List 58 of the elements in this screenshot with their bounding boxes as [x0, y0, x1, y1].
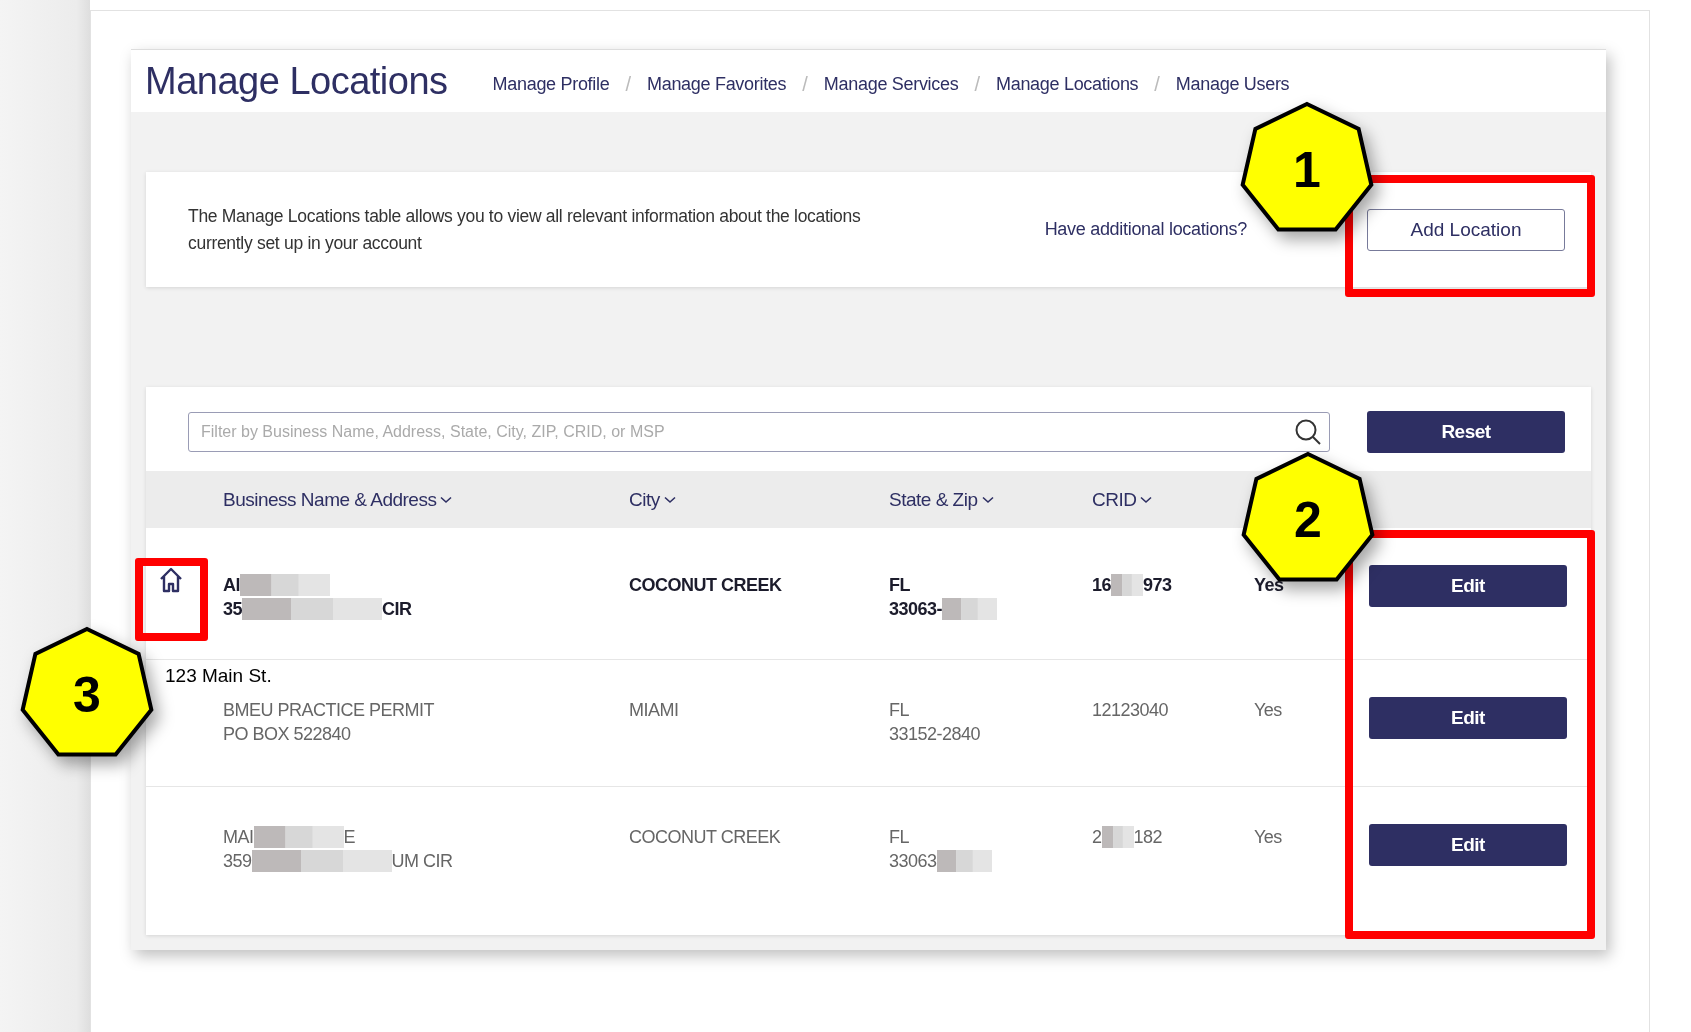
breadcrumb-link[interactable]: Manage Services: [823, 73, 959, 95]
chevron-down-icon: [981, 495, 994, 504]
zip-text: 33063: [889, 850, 937, 873]
add-location-button[interactable]: Add Location: [1367, 208, 1565, 251]
column-header[interactable]: Business Name & Address: [223, 488, 453, 511]
note-text: 123 Main St.: [165, 665, 272, 687]
business-name: Al: [223, 574, 240, 597]
breadcrumb-separator: /: [625, 72, 631, 96]
page-title: Manage Locations: [145, 59, 448, 103]
breadcrumb-link[interactable]: Manage Locations: [996, 73, 1139, 95]
breadcrumb-separator: /: [1154, 72, 1160, 96]
crid-cell-text: 12123040: [1092, 699, 1169, 722]
city-cell: COCONUT CREEK: [629, 827, 781, 847]
breadcrumb-link[interactable]: Manage Favorites: [647, 73, 787, 95]
crid-cell-text: 973: [1143, 574, 1172, 597]
breadcrumb-separator: /: [974, 72, 980, 96]
state-text: FL: [889, 574, 910, 597]
table-cell: Yes: [1254, 700, 1282, 720]
reset-button[interactable]: Reset: [1367, 411, 1565, 453]
column-header[interactable]: State & Zip: [889, 488, 994, 511]
search-icon: [1294, 418, 1322, 446]
crid-cell-text: 182: [1133, 826, 1163, 849]
state-text: FL: [889, 699, 909, 722]
column-header[interactable]: CRID: [1092, 488, 1153, 511]
table-cell: Yes: [1254, 575, 1284, 595]
address-text: UM CIR: [391, 850, 453, 873]
state-text: FL: [889, 826, 909, 849]
city-cell: COCONUT CREEK: [629, 575, 782, 595]
table-cell: Yes: [1254, 827, 1282, 847]
crid-cell-text: 16: [1092, 574, 1112, 597]
redaction-blur: [942, 598, 998, 620]
city-cell: MIAMI: [629, 700, 679, 720]
zip-text: 33063-: [889, 598, 943, 621]
redaction-blur: [1111, 574, 1144, 596]
edit-button[interactable]: Edit: [1369, 697, 1567, 739]
chevron-down-icon: [663, 495, 676, 504]
prompt-text: Have additional locations?: [1044, 219, 1247, 240]
address-text: CIR: [382, 598, 412, 621]
breadcrumb-link[interactable]: Manage Users: [1175, 73, 1290, 95]
address-text: PO BOX 522840: [223, 723, 351, 746]
redaction-blur: [1101, 826, 1134, 848]
edit-button[interactable]: Edit: [1369, 824, 1567, 866]
business-name: MAI: [223, 826, 254, 849]
crid-cell-text: 2: [1092, 826, 1102, 849]
info-text: The Manage Locations table allows you to view all relevant information about the locations currently set up in your account: [188, 204, 862, 255]
chevron-down-icon: [440, 495, 453, 504]
address-text: 35: [223, 598, 243, 621]
column-header[interactable]: City: [629, 488, 676, 511]
breadcrumb-link[interactable]: Manage Profile: [492, 73, 610, 95]
business-name: BMEU PRACTICE PERMIT: [223, 699, 435, 722]
breadcrumb-separator: /: [802, 72, 808, 96]
chevron-down-icon: [1140, 495, 1153, 504]
redaction-blur: [936, 850, 992, 872]
edit-button[interactable]: Edit: [1369, 565, 1567, 607]
address-text: 359: [223, 850, 252, 873]
filter-field[interactable]: Filter by Business Name, Address, State, City, ZIP, CRID, or MSP: [188, 412, 1330, 452]
zip-text: 33152-2840: [889, 723, 981, 746]
business-name: E: [343, 826, 356, 849]
